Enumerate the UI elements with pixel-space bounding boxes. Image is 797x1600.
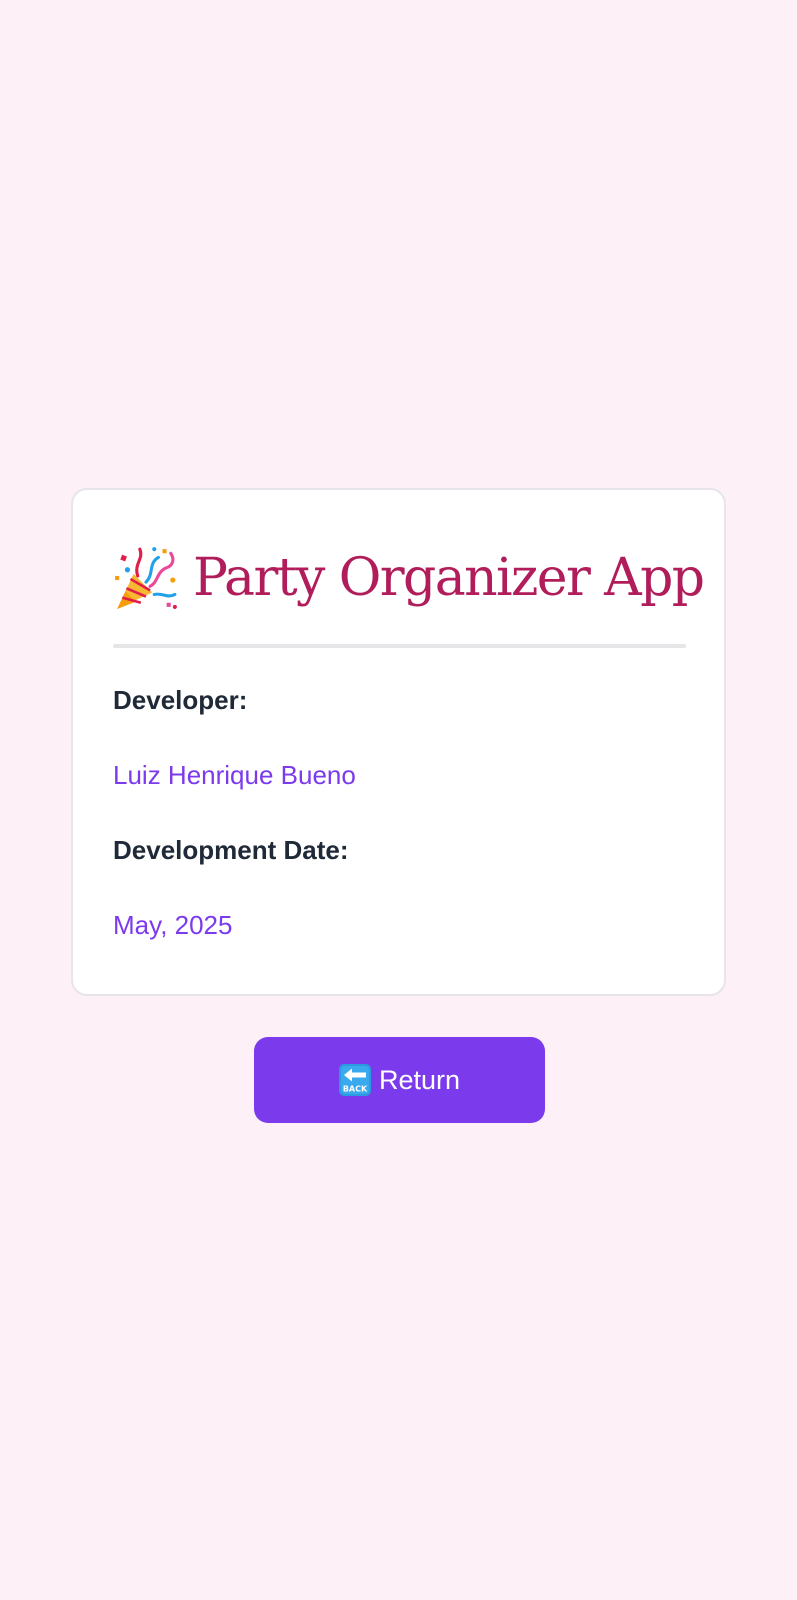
development-date-label: Development Date: (113, 835, 349, 865)
return-button[interactable]: BACK Return (254, 1037, 545, 1123)
developer-name: Luiz Henrique Bueno (113, 760, 356, 790)
development-date-value: May, 2025 (113, 910, 233, 940)
app-title: Party Organizer App (193, 548, 705, 608)
developer-label: Developer: (113, 685, 248, 715)
title-divider (113, 644, 686, 648)
about-card: Party Organizer App Developer: Luiz Henr… (71, 488, 726, 996)
back-arrow-icon: BACK (338, 1064, 371, 1096)
party-popper-icon (115, 547, 177, 609)
svg-text:BACK: BACK (343, 1085, 368, 1094)
card-header: Party Organizer App (113, 542, 705, 614)
return-button-label: Return (378, 1065, 461, 1095)
